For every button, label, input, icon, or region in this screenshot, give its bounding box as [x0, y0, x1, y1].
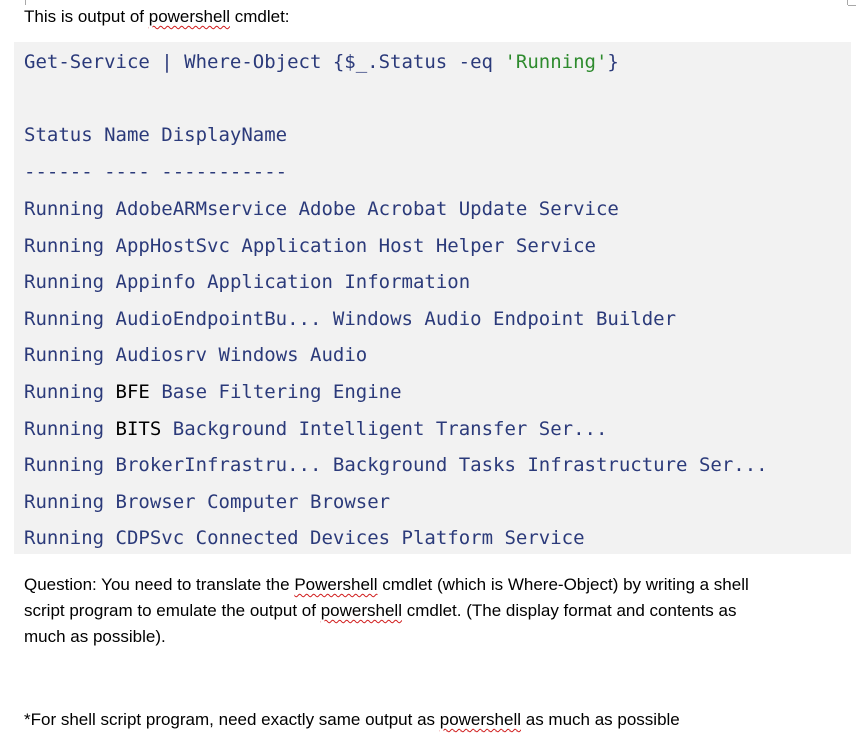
- row-name: Browser: [116, 491, 196, 513]
- table-row: Running CDPSvc Connected Devices Platfor…: [24, 526, 585, 550]
- command-part2: }: [607, 51, 618, 73]
- row-status: Running: [24, 198, 104, 220]
- row-status: Running: [24, 527, 104, 549]
- intro-spellcheck-word: powershell: [149, 7, 230, 26]
- table-row: Running Appinfo Application Information: [24, 270, 470, 294]
- question-line-3: much as possible).: [24, 624, 824, 650]
- note-line: *For shell script program, need exactly …: [24, 708, 680, 732]
- row-display: Background Tasks Infrastructure Ser...: [333, 454, 768, 476]
- row-status: Running: [24, 344, 104, 366]
- question-line-2: script program to emulate the output of …: [24, 598, 824, 624]
- row-name: AdobeARMservice: [116, 198, 288, 220]
- row-name: BrokerInfrastru...: [116, 454, 322, 476]
- question-paragraph: Question: You need to translate the Powe…: [24, 572, 824, 650]
- row-status: Running: [24, 491, 104, 513]
- row-status: Running: [24, 308, 104, 330]
- row-status: Running: [24, 235, 104, 257]
- command-part1: Get-Service | Where-Object {$_.Status -e…: [24, 51, 504, 73]
- note-spellcheck-word: powershell: [440, 710, 521, 729]
- intro-prefix: This is output of: [24, 7, 149, 26]
- table-row: Running AppHostSvc Application Host Help…: [24, 234, 596, 258]
- command-string: 'Running': [504, 51, 607, 73]
- question-spellcheck-word-1: Powershell: [294, 575, 377, 594]
- row-status: Running: [24, 381, 104, 403]
- table-row: Running BFE Base Filtering Engine: [24, 380, 402, 404]
- row-status: Running: [24, 418, 104, 440]
- table-row: Running Audiosrv Windows Audio: [24, 343, 367, 367]
- row-name: BITS: [116, 418, 162, 440]
- output-header: Status Name DisplayName: [24, 123, 287, 147]
- code-block: Get-Service | Where-Object {$_.Status -e…: [14, 42, 851, 554]
- row-display: Windows Audio Endpoint Builder: [333, 308, 676, 330]
- question-text-2b: cmdlet. (The display format and contents…: [402, 601, 737, 620]
- document-page: This is output of powershell cmdlet: Get…: [0, 0, 861, 755]
- row-name: CDPSvc: [116, 527, 185, 549]
- table-row: Running BrokerInfrastru... Background Ta…: [24, 453, 768, 477]
- row-display: Base Filtering Engine: [161, 381, 401, 403]
- table-row: Running AudioEndpointBu... Windows Audio…: [24, 307, 676, 331]
- question-text-2a: script program to emulate the output of: [24, 601, 321, 620]
- output-separator: ------ ---- -----------: [24, 160, 287, 184]
- question-text-1b: cmdlet (which is Where-Object) by writin…: [377, 575, 748, 594]
- note-prefix: *For shell script program, need exactly …: [24, 710, 440, 729]
- row-status: Running: [24, 454, 104, 476]
- row-status: Running: [24, 271, 104, 293]
- table-row: Running Browser Computer Browser: [24, 490, 390, 514]
- row-display: Connected Devices Platform Service: [196, 527, 585, 549]
- table-row: Running AdobeARMservice Adobe Acrobat Up…: [24, 197, 619, 221]
- question-text-1a: Question: You need to translate the: [24, 575, 294, 594]
- question-spellcheck-word-2: powershell: [321, 601, 402, 620]
- question-line-1: Question: You need to translate the Powe…: [24, 572, 824, 598]
- row-name: BFE: [116, 381, 150, 403]
- row-name: Audiosrv: [116, 344, 208, 366]
- row-name: AudioEndpointBu...: [116, 308, 322, 330]
- intro-suffix: cmdlet:: [230, 7, 290, 26]
- row-display: Computer Browser: [207, 491, 390, 513]
- row-display: Windows Audio: [219, 344, 368, 366]
- note-suffix: as much as possible: [521, 710, 680, 729]
- command-line: Get-Service | Where-Object {$_.Status -e…: [24, 50, 619, 74]
- row-name: Appinfo: [116, 271, 196, 293]
- row-name: AppHostSvc: [116, 235, 230, 257]
- table-row: Running BITS Background Intelligent Tran…: [24, 417, 607, 441]
- row-display: Application Information: [207, 271, 470, 293]
- intro-line: This is output of powershell cmdlet:: [24, 5, 290, 29]
- row-display: Background Intelligent Transfer Ser...: [173, 418, 608, 440]
- margin-mark-top-right-vertical: [847, 0, 848, 5]
- margin-mark-top-right: [848, 5, 856, 6]
- row-display: Application Host Helper Service: [241, 235, 596, 257]
- row-display: Adobe Acrobat Update Service: [299, 198, 619, 220]
